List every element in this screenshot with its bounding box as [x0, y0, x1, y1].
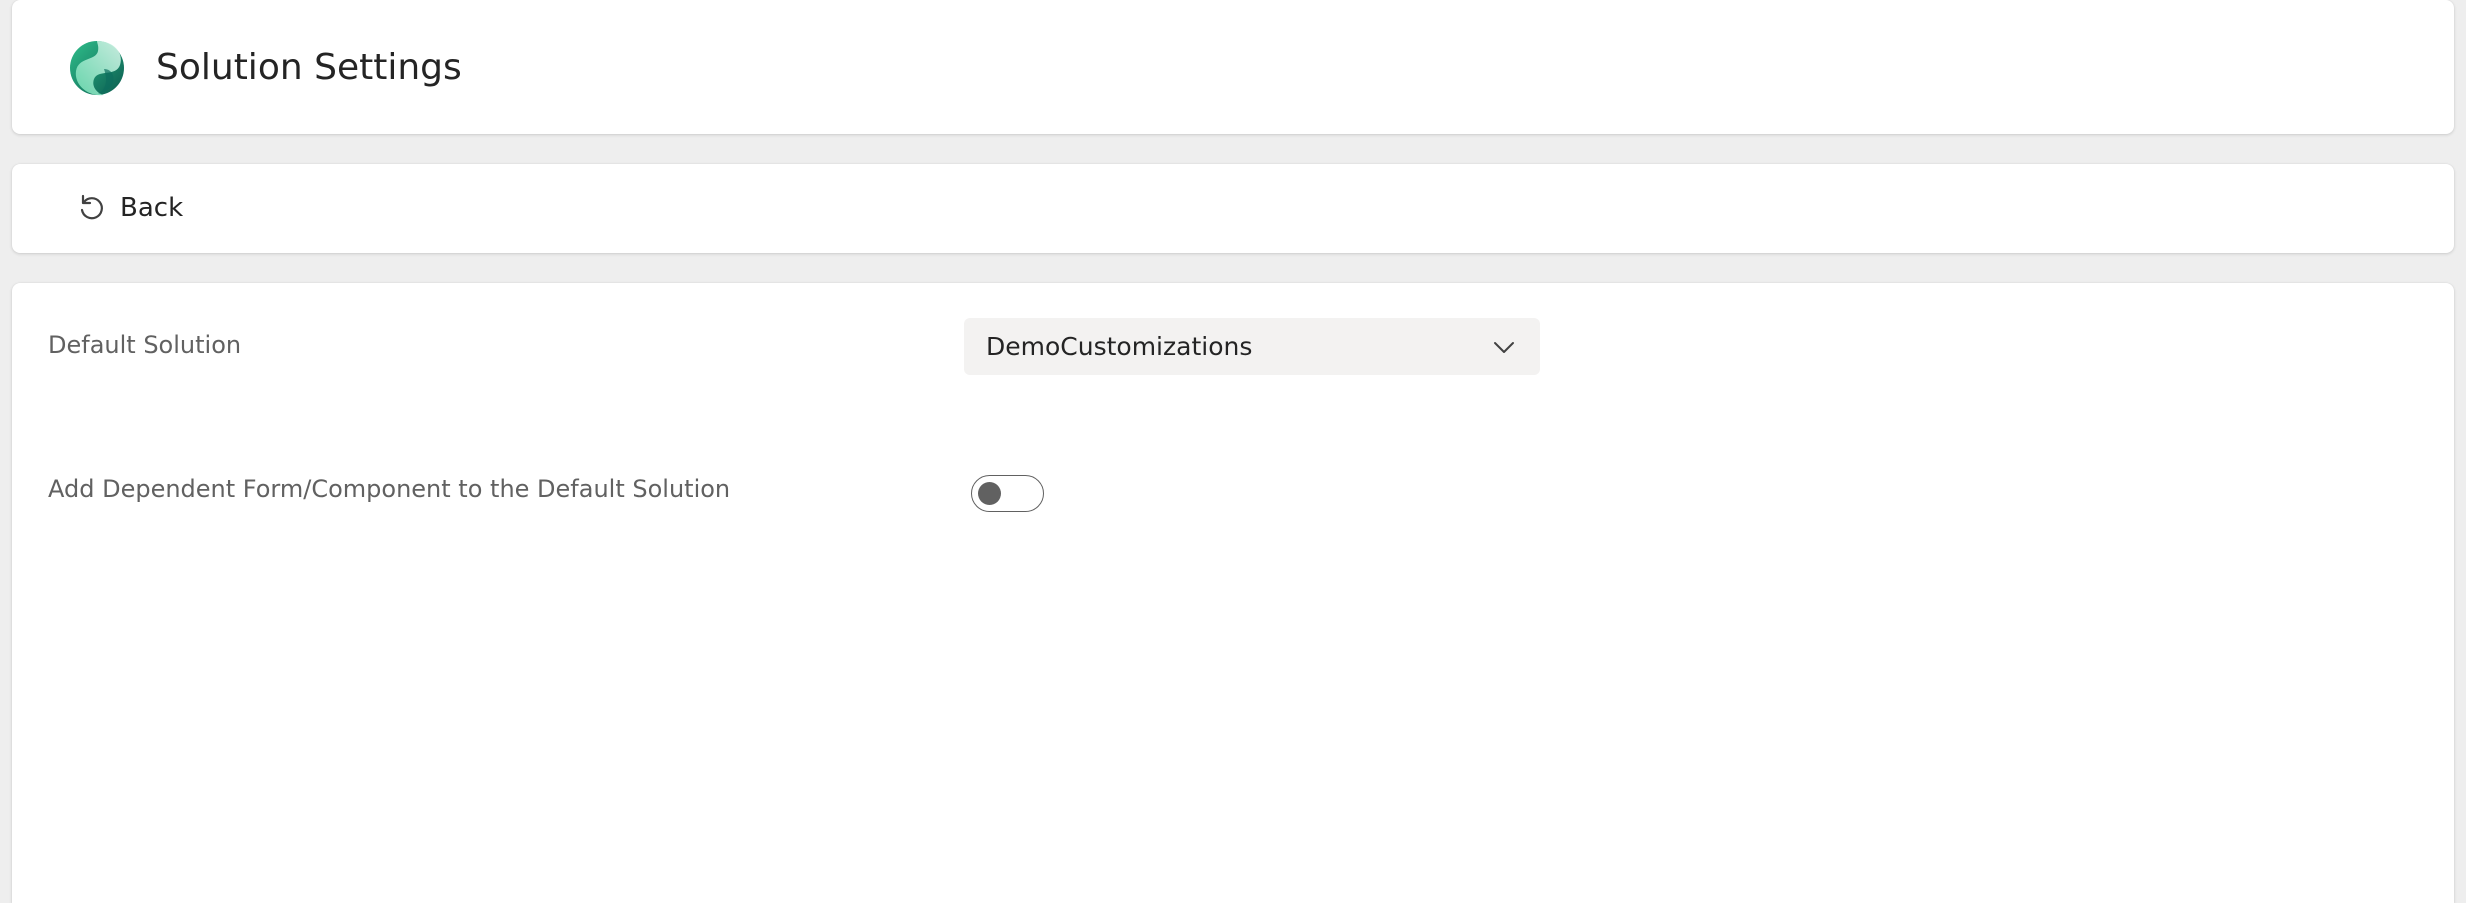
- command-bar: Back: [12, 164, 2454, 253]
- settings-panel: Default Solution DemoCustomizations Add …: [12, 283, 2454, 903]
- default-solution-label: Default Solution: [48, 331, 242, 359]
- undo-arrow-icon: [80, 194, 103, 220]
- page-title: Solution Settings: [156, 47, 462, 88]
- add-dependent-label: Add Dependent Form/Component to the Defa…: [48, 475, 731, 503]
- default-solution-value: DemoCustomizations: [986, 332, 1253, 361]
- back-button[interactable]: Back: [64, 178, 195, 238]
- header-bar: Solution Settings: [12, 0, 2454, 134]
- back-button-label: Back: [120, 193, 184, 223]
- add-dependent-toggle[interactable]: [971, 475, 1044, 512]
- dynamics-swirl-logo-icon: [70, 41, 124, 96]
- default-solution-dropdown[interactable]: DemoCustomizations: [964, 318, 1540, 375]
- chevron-down-icon: [1494, 341, 1514, 353]
- toggle-knob: [978, 482, 1001, 505]
